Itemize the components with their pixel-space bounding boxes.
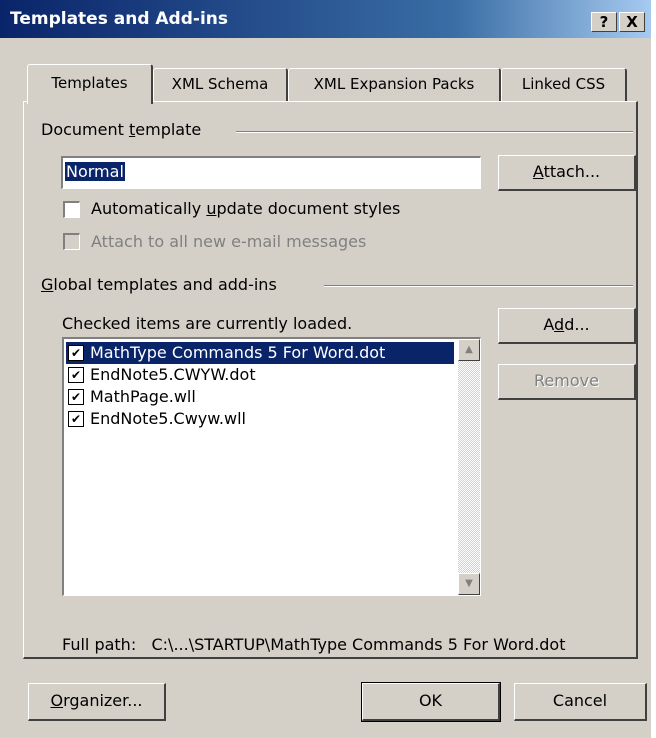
arrow-up-icon: ▲: [465, 344, 473, 355]
document-template-group-label: Document template: [41, 120, 208, 139]
tab-xml-expansion-packs[interactable]: XML Expansion Packs: [288, 68, 501, 102]
attach-email-label: Attach to all new e-mail messages: [91, 232, 367, 251]
list-item[interactable]: ✔ MathType Commands 5 For Word.dot: [66, 342, 454, 364]
cancel-button[interactable]: Cancel: [514, 683, 647, 721]
document-template-input[interactable]: Normal: [61, 156, 481, 189]
tab-templates[interactable]: Templates: [27, 64, 153, 104]
tab-label: XML Schema: [171, 75, 269, 93]
ok-button[interactable]: OK: [361, 682, 501, 722]
global-templates-list[interactable]: ✔ MathType Commands 5 For Word.dot ✔ End…: [62, 337, 481, 596]
template-name-value: Normal: [65, 162, 125, 181]
title-bar[interactable]: Templates and Add-ins ? X: [0, 0, 651, 38]
full-path-label: Full path:: [62, 635, 137, 654]
attach-email-checkbox[interactable]: [63, 233, 80, 250]
attach-button[interactable]: Attach...: [498, 155, 636, 191]
checkbox-checked-icon[interactable]: ✔: [68, 411, 84, 427]
tab-label: XML Expansion Packs: [313, 75, 475, 93]
list-item-label: EndNote5.Cwyw.wll: [90, 409, 246, 428]
organizer-button[interactable]: Organizer...: [28, 683, 166, 721]
list-item-label: EndNote5.CWYW.dot: [90, 365, 256, 384]
list-scrollbar[interactable]: ▲ ▼: [458, 339, 480, 595]
tab-linked-css[interactable]: Linked CSS: [501, 68, 627, 102]
list-item[interactable]: ✔ EndNote5.CWYW.dot: [66, 364, 454, 386]
global-templates-group-label: Global templates and add-ins: [41, 275, 283, 294]
list-item-label: MathType Commands 5 For Word.dot: [90, 343, 386, 362]
scroll-up-button[interactable]: ▲: [458, 339, 480, 361]
full-path: Full path: C:\...\STARTUP\MathType Comma…: [62, 635, 566, 654]
help-icon: ?: [599, 13, 609, 31]
window-title: Templates and Add-ins: [10, 9, 229, 29]
auto-update-checkbox[interactable]: [63, 201, 80, 218]
remove-button[interactable]: Remove: [498, 364, 636, 400]
checkbox-checked-icon[interactable]: ✔: [68, 345, 84, 361]
arrow-down-icon: ▼: [465, 578, 473, 589]
scroll-down-button[interactable]: ▼: [458, 573, 480, 595]
checkbox-checked-icon[interactable]: ✔: [68, 367, 84, 383]
help-button[interactable]: ?: [591, 12, 617, 32]
auto-update-label: Automatically update document styles: [91, 199, 401, 218]
checkbox-checked-icon[interactable]: ✔: [68, 389, 84, 405]
loaded-hint: Checked items are currently loaded.: [62, 314, 353, 333]
tab-label: Templates: [51, 74, 128, 92]
close-icon: X: [626, 13, 638, 31]
close-button[interactable]: X: [619, 12, 645, 32]
add-button[interactable]: Add...: [498, 308, 636, 344]
list-item[interactable]: ✔ EndNote5.Cwyw.wll: [66, 408, 454, 430]
group-divider: [236, 131, 633, 133]
tab-xml-schema[interactable]: XML Schema: [153, 68, 288, 102]
full-path-value: C:\...\STARTUP\MathType Commands 5 For W…: [151, 635, 566, 654]
tab-label: Linked CSS: [521, 75, 606, 93]
list-item-label: MathPage.wll: [90, 387, 196, 406]
templates-addins-dialog: Templates and Add-ins ? X Templates XML …: [0, 0, 651, 738]
list-item[interactable]: ✔ MathPage.wll: [66, 386, 454, 408]
group-divider: [324, 285, 633, 287]
